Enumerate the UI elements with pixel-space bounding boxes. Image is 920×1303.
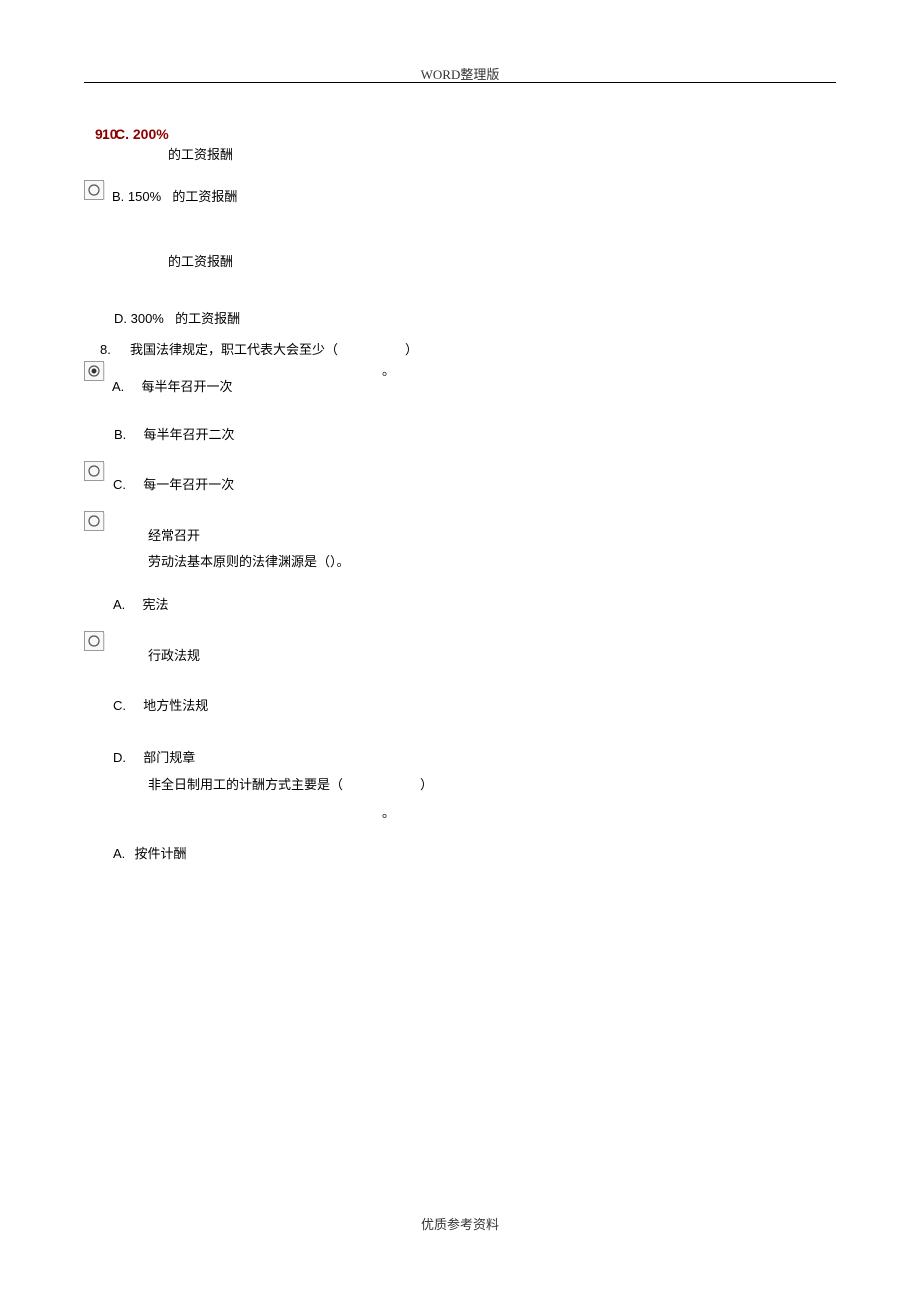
q8-optc: C. 每一年召开一次 <box>113 476 234 494</box>
radio-unselected-icon[interactable] <box>84 631 108 653</box>
q8-stem: 我国法律规定，职工代表大会至少（ <box>130 341 338 359</box>
q7-optb-tail: 的工资报酬 <box>172 189 237 204</box>
q8-number: 8. <box>100 341 111 359</box>
q9-optb-text: 行政法规 <box>148 647 200 665</box>
radio-unselected-icon[interactable] <box>84 511 108 533</box>
q7-optb-label: B. 150% <box>112 189 161 204</box>
q8-optd-text: 经常召开 <box>148 527 200 545</box>
q9-optd: D. 部门规章 <box>113 749 195 767</box>
header-underline <box>84 82 836 83</box>
q8-close1: ） <box>405 341 418 359</box>
q10-close2: 。 <box>382 804 395 822</box>
q7-optc-tail: 的工资报酬 <box>168 253 233 271</box>
q9-stem: 劳动法基本原则的法律渊源是（）。 <box>148 553 350 571</box>
q9-optc: C. 地方性法规 <box>113 697 208 715</box>
q7-optb: B. 150% 的工资报酬 <box>112 188 237 206</box>
q10-stem: 非全日制用工的计酬方式主要是（ <box>148 776 343 794</box>
radio-unselected-icon[interactable] <box>84 180 108 202</box>
radio-unselected-icon[interactable] <box>84 461 108 483</box>
q7-optd-label: D. 300% <box>114 311 164 326</box>
page-footer: 优质参考资料 <box>0 1214 920 1233</box>
q7-optd: D. 300% 的工资报酬 <box>114 310 240 328</box>
q7-opta-tail: 的工资报酬 <box>168 146 233 164</box>
q9-opta: A. 宪法 <box>113 596 169 614</box>
q8-optb: B. 每半年召开二次 <box>114 426 235 444</box>
q10-close1: ） <box>420 776 433 794</box>
q8-close2: 。 <box>382 362 395 380</box>
red-overlay-c200: C. 200% <box>115 126 169 142</box>
q10-opta: A. 按件计酬 <box>113 845 187 863</box>
q8-opta: A. 每半年召开一次 <box>112 378 233 396</box>
radio-selected-icon[interactable] <box>84 361 108 383</box>
page-header: WORD整理版 <box>0 64 920 83</box>
q7-optd-tail: 的工资报酬 <box>175 311 240 326</box>
